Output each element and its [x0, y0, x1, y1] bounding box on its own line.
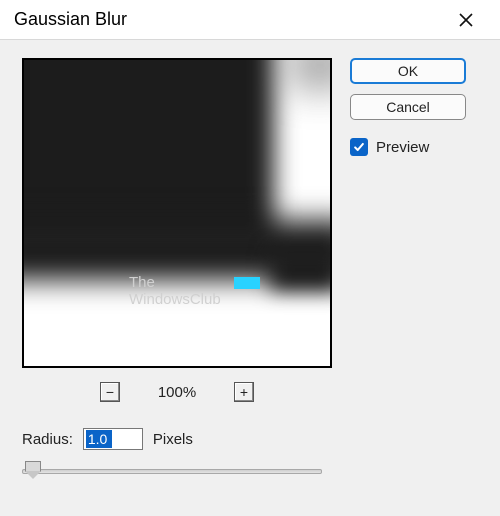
gaussian-blur-dialog: Gaussian Blur The WindowsClub	[0, 0, 500, 516]
radius-unit: Pixels	[153, 431, 193, 448]
check-icon	[353, 141, 365, 153]
watermark-line2: WindowsClub	[129, 291, 221, 308]
dialog-title: Gaussian Blur	[14, 9, 127, 30]
close-icon	[459, 13, 473, 27]
radius-input[interactable]: 1.0	[83, 428, 143, 450]
right-column: OK Cancel Preview	[350, 58, 466, 480]
titlebar: Gaussian Blur	[0, 0, 500, 40]
cancel-button[interactable]: Cancel	[350, 94, 466, 120]
left-column: The WindowsClub − 100% + Radius:	[22, 58, 332, 480]
ok-button-label: OK	[398, 63, 418, 79]
preview-checkbox[interactable]	[350, 138, 368, 156]
watermark-line1: The	[129, 274, 155, 291]
radius-label: Radius:	[22, 431, 73, 448]
zoom-out-button[interactable]: −	[100, 382, 120, 402]
watermark: The WindowsClub	[129, 275, 221, 308]
zoom-level: 100%	[152, 384, 202, 401]
preview-checkbox-label: Preview	[376, 139, 429, 156]
radius-slider-row	[22, 462, 332, 480]
cancel-button-label: Cancel	[386, 99, 430, 115]
preview-box[interactable]: The WindowsClub	[22, 58, 332, 368]
close-button[interactable]	[446, 0, 486, 40]
plus-icon: +	[240, 384, 248, 400]
zoom-controls: − 100% +	[22, 382, 332, 402]
radius-row: Radius: 1.0 Pixels	[22, 428, 332, 450]
watermark-cyan-block	[234, 277, 260, 289]
preview-checkbox-row: Preview	[350, 138, 466, 156]
preview-image: The WindowsClub	[24, 60, 330, 366]
ok-button[interactable]: OK	[350, 58, 466, 84]
slider-track	[22, 469, 322, 474]
radius-value-selected: 1.0	[86, 430, 112, 448]
minus-icon: −	[106, 384, 114, 400]
radius-slider[interactable]	[22, 462, 322, 480]
dialog-body: The WindowsClub − 100% + Radius:	[0, 40, 500, 498]
zoom-in-button[interactable]: +	[234, 382, 254, 402]
